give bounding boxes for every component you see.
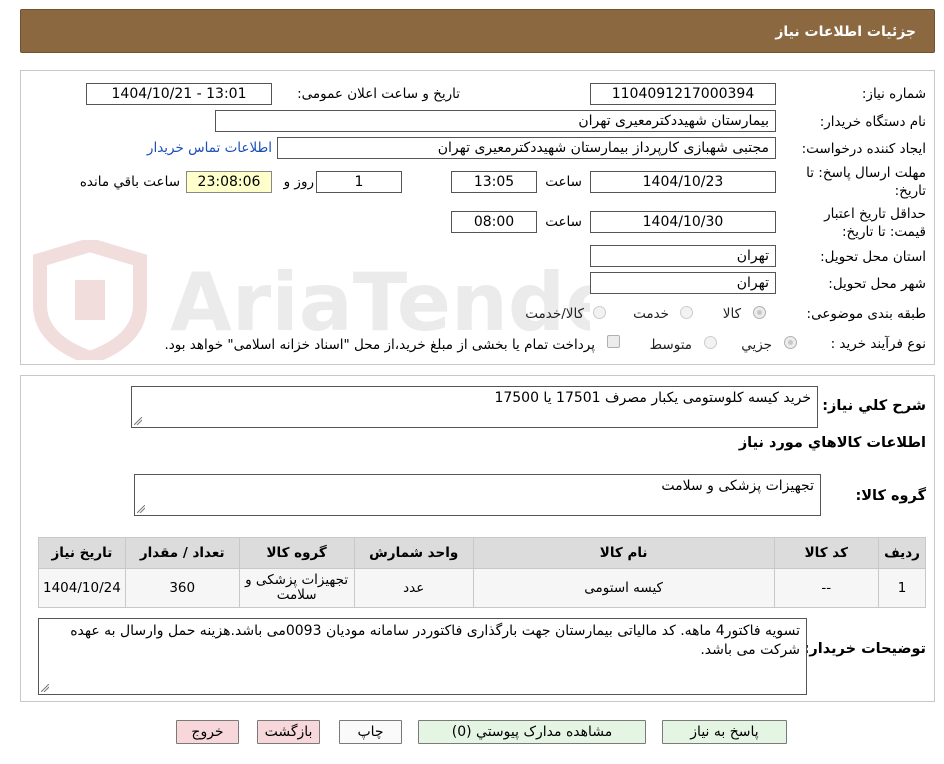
items-table: ردیف کد کالا نام کالا واحد شمارش گروه کا…: [38, 537, 926, 608]
category-label: طبقه بندی موضوعی:: [806, 306, 926, 322]
goods-group-textarea: تجهیزات پزشکی و سلامت: [134, 474, 821, 516]
category-option-goods: کالا: [722, 306, 741, 322]
cell-quantity: 360: [124, 568, 240, 608]
items-section-title: اطلاعات کالاهاي مورد نیاز: [738, 435, 926, 451]
days-label: روز و: [283, 174, 314, 190]
column-header-goods-group: گروه کالا: [238, 537, 355, 569]
announce-date-field: 1404/10/21 - 13:01: [86, 83, 272, 105]
buyer-notes-label: توضیحات خریدار:: [803, 641, 926, 657]
requester-field: مجتبی شهبازی کارپرداز بیمارستان شهیددکتر…: [277, 137, 776, 159]
need-number-field: 1104091217000394: [590, 83, 776, 105]
category-option-service: خدمت: [633, 306, 669, 322]
reply-deadline-time-label: ساعت: [545, 174, 582, 190]
page-title: جزئیات اطلاعات نیاز: [775, 24, 916, 40]
province-field: تهران: [590, 245, 776, 267]
province-label: استان محل تحویل:: [820, 249, 926, 265]
category-option-goods-service: کالا/خدمت: [525, 306, 584, 322]
purchase-type-radio-medium[interactable]: [704, 336, 717, 349]
price-validity-time-label: ساعت: [545, 214, 582, 230]
need-number-label: شماره نیاز:: [861, 86, 926, 102]
column-header-need-date: تاریخ نیاز: [38, 537, 126, 569]
price-validity-time-field: 08:00: [451, 211, 537, 233]
cell-item-code: --: [773, 568, 880, 608]
summary-label: شرح کلي نیاز:: [822, 398, 926, 414]
table-header-row: ردیف کد کالا نام کالا واحد شمارش گروه کا…: [38, 537, 926, 569]
page-header: جزئیات اطلاعات نیاز: [20, 9, 935, 53]
remaining-label: ساعت باقي مانده: [79, 174, 180, 190]
treasury-bonds-note: پرداخت تمام یا بخشی از مبلغ خرید،از محل …: [164, 337, 595, 353]
purchase-type-option-medium: متوسط: [649, 337, 692, 353]
buyer-contact-link[interactable]: اطلاعات تماس خریدار: [147, 140, 272, 156]
buyer-notes-textarea: تسویه فاکتور4 ماهه. کد مالیاتی بیمارستان…: [38, 618, 807, 695]
cell-goods-group: تجهیزات پزشکی و سلامت: [238, 568, 355, 608]
cell-item-name: کیسه استومی: [472, 568, 775, 608]
reply-button[interactable]: پاسخ به نیاز: [662, 720, 787, 744]
resize-handle-icon[interactable]: [134, 417, 142, 425]
city-field: تهران: [590, 272, 776, 294]
treasury-bonds-checkbox[interactable]: [607, 335, 620, 348]
column-header-quantity: تعداد / مقدار: [124, 537, 240, 569]
resize-handle-icon[interactable]: [41, 684, 49, 692]
column-header-item-name: نام کالا: [472, 537, 775, 569]
cell-need-date: 1404/10/24: [38, 568, 126, 608]
category-radio-goods-service[interactable]: [593, 306, 606, 319]
view-attachments-button[interactable]: مشاهده مدارک پیوستي (0): [418, 720, 646, 744]
price-validity-date-field: 1404/10/30: [590, 211, 776, 233]
goods-group-label: گروه کالا:: [855, 488, 926, 504]
cell-row-number: 1: [878, 568, 926, 608]
resize-handle-icon[interactable]: [137, 505, 145, 513]
back-button[interactable]: بازگشت: [257, 720, 320, 744]
exit-button[interactable]: خروج: [176, 720, 239, 744]
table-row: 1 -- کیسه استومی عدد تجهیزات پزشکی و سلا…: [38, 568, 926, 608]
remaining-time-field: 23:08:06: [186, 171, 272, 193]
buyer-notes-text: تسویه فاکتور4 ماهه. کد مالیاتی بیمارستان…: [70, 623, 800, 658]
announce-date-label: تاریخ و ساعت اعلان عمومی:: [297, 86, 460, 102]
column-header-unit: واحد شمارش: [353, 537, 474, 569]
column-header-row-number: ردیف: [878, 537, 926, 569]
cell-unit: عدد: [353, 568, 474, 608]
reply-deadline-date-field: 1404/10/23: [590, 171, 776, 193]
purchase-type-option-small: جزیي: [741, 337, 772, 353]
summary-textarea: خرید کیسه کلوستومی یکبار مصرف 17501 یا 1…: [131, 386, 818, 428]
reply-deadline-time-field: 13:05: [451, 171, 537, 193]
purchase-type-radio-small[interactable]: [784, 336, 797, 349]
buyer-org-label: نام دستگاه خریدار:: [819, 114, 926, 130]
items-table-wrapper: ردیف کد کالا نام کالا واحد شمارش گروه کا…: [38, 537, 926, 608]
remaining-days-field: 1: [316, 171, 402, 193]
goods-group-text: تجهیزات پزشکی و سلامت: [661, 478, 814, 494]
category-radio-goods[interactable]: [753, 306, 766, 319]
column-header-item-code: کد کالا: [773, 537, 880, 569]
purchase-type-label: نوع فرآیند خرید :: [830, 336, 926, 352]
price-validity-label: حداقل تاریخ اعتبار قیمت: تا تاریخ:: [824, 206, 926, 240]
buyer-org-field: بیمارستان شهیددکترمعیری تهران: [215, 110, 776, 132]
category-radio-service[interactable]: [680, 306, 693, 319]
requester-label: ایجاد کننده درخواست:: [801, 141, 926, 157]
reply-deadline-label: مهلت ارسال پاسخ: تا تاریخ:: [806, 165, 926, 199]
print-button[interactable]: چاپ: [339, 720, 402, 744]
summary-text: خرید کیسه کلوستومی یکبار مصرف 17501 یا 1…: [494, 390, 811, 406]
city-label: شهر محل تحویل:: [828, 276, 926, 292]
